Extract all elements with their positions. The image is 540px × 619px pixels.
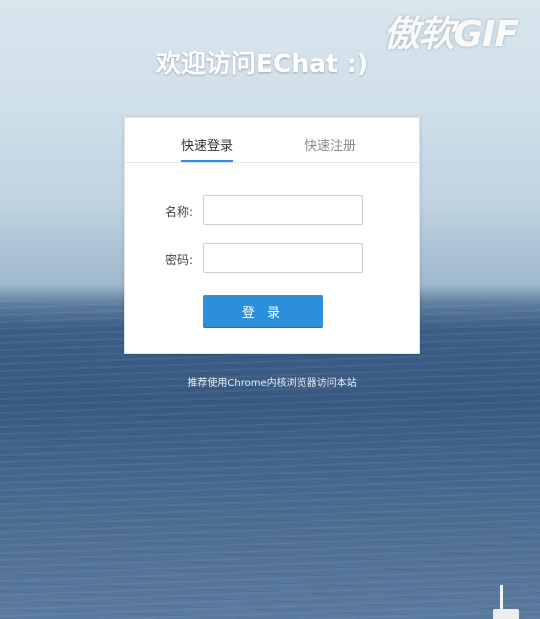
name-label: 名称: xyxy=(165,205,194,219)
tab-login[interactable]: 快速登录 xyxy=(181,135,234,162)
password-input[interactable] xyxy=(203,243,363,273)
boat xyxy=(493,609,519,619)
password-row: 密码: xyxy=(125,243,421,273)
tab-bar: 快速登录 快速注册 xyxy=(125,118,419,163)
login-button[interactable]: 登 录 xyxy=(203,295,323,327)
password-label: 密码: xyxy=(165,253,194,267)
tab-register[interactable]: 快速注册 xyxy=(304,135,356,154)
name-row: 名称: xyxy=(125,195,421,225)
name-input[interactable] xyxy=(203,195,363,225)
login-card: 快速登录 快速注册 名称: 密码: 登 录 xyxy=(124,117,420,354)
browser-hint: 推荐使用Chrome内核浏览器访问本站 xyxy=(187,378,357,389)
page-title: 欢迎访问EChat :) xyxy=(155,49,369,78)
